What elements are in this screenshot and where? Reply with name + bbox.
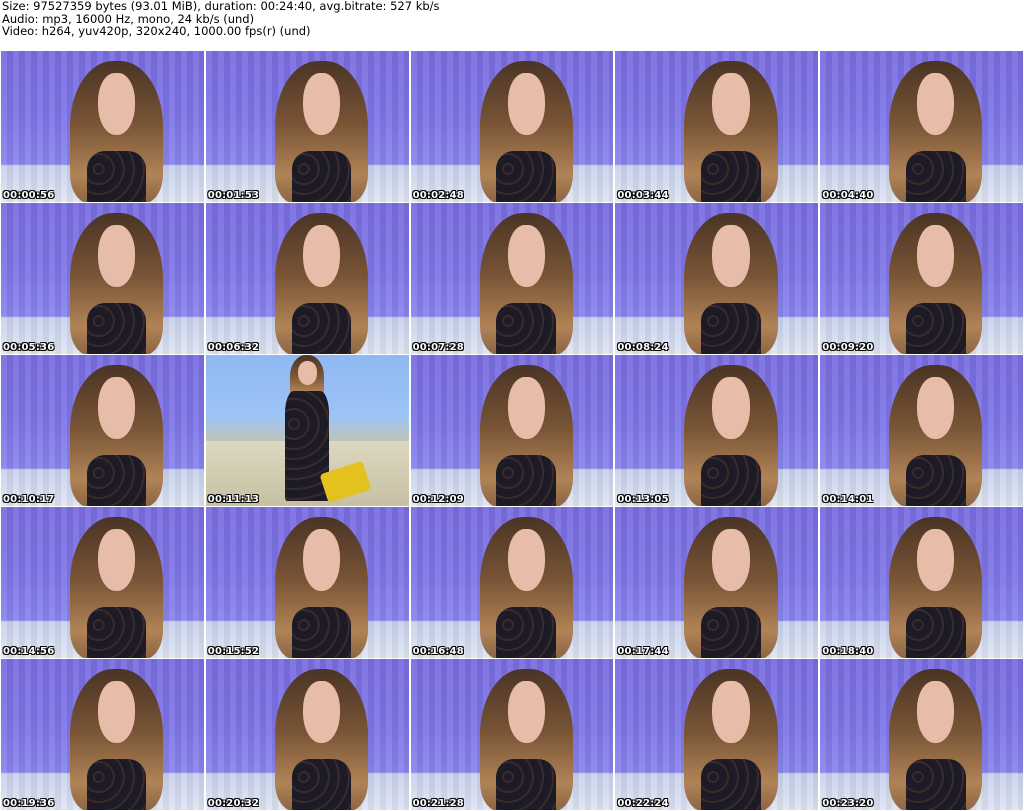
video-thumbnail: 00:03:44 [615, 51, 819, 202]
video-thumbnail: 00:07:28 [410, 203, 614, 354]
thumbnail-timestamp: 00:03:44 [617, 190, 669, 201]
thumbnail-timestamp: 00:23:20 [822, 798, 874, 809]
thumbnail-timestamp: 00:07:28 [412, 342, 464, 353]
video-thumbnail: 00:13:05 [615, 355, 819, 506]
thumbnail-timestamp: 00:01:53 [207, 190, 260, 201]
video-thumbnail: 00:01:53 [205, 51, 409, 202]
thumbnail-timestamp: 00:12:09 [412, 494, 464, 505]
video-thumbnail: 00:15:52 [205, 507, 409, 658]
thumbnail-timestamp: 00:14:01 [822, 494, 874, 505]
thumbnail-timestamp: 00:05:36 [3, 342, 55, 353]
video-thumbnail: 00:05:36 [1, 203, 204, 354]
video-thumbnail: 00:04:40 [820, 51, 1023, 202]
thumbnail-timestamp: 00:18:40 [822, 646, 874, 657]
thumbnail-timestamp: 00:00:56 [3, 190, 55, 201]
video-thumbnail: 00:19:36 [1, 659, 204, 810]
file-size-line: Size: 97527359 bytes (93.01 MiB), durati… [2, 0, 440, 13]
thumbnail-timestamp: 00:04:40 [822, 190, 874, 201]
video-thumbnail: 00:02:48 [410, 51, 614, 202]
video-thumbnail: 00:18:40 [820, 507, 1023, 658]
video-thumbnail: 00:00:56 [1, 51, 204, 202]
video-thumbnail: 00:21:28 [410, 659, 614, 810]
thumbnail-timestamp: 00:15:52 [207, 646, 260, 657]
video-thumbnail: 00:11:13 [205, 355, 409, 506]
video-thumbnail: 00:09:20 [820, 203, 1023, 354]
video-thumbnail: 00:20:32 [205, 659, 409, 810]
thumbnail-timestamp: 00:22:24 [617, 798, 669, 809]
video-thumbnail: 00:23:20 [820, 659, 1023, 810]
thumbnail-timestamp: 00:19:36 [3, 798, 55, 809]
thumbnail-timestamp: 00:17:44 [617, 646, 669, 657]
video-info-line: Video: h264, yuv420p, 320x240, 1000.00 f… [2, 24, 311, 38]
thumbnail-timestamp: 00:14:56 [3, 646, 55, 657]
video-thumbnail: 00:06:32 [205, 203, 409, 354]
thumbnail-timestamp: 00:13:05 [617, 494, 669, 505]
video-thumbnail: 00:14:01 [820, 355, 1023, 506]
media-info-header: Size: 97527359 bytes (93.01 MiB), durati… [2, 0, 1022, 50]
thumbnail-timestamp: 00:10:17 [3, 494, 55, 505]
video-thumbnail: 00:22:24 [615, 659, 819, 810]
thumbnail-timestamp: 00:06:32 [207, 342, 260, 353]
thumbnail-timestamp: 00:16:48 [412, 646, 464, 657]
video-thumbnail: 00:10:17 [1, 355, 204, 506]
video-thumbnail: 00:12:09 [410, 355, 614, 506]
video-thumbnail: 00:08:24 [615, 203, 819, 354]
thumbnail-timestamp: 00:20:32 [207, 798, 260, 809]
video-thumbnail: 00:14:56 [1, 507, 204, 658]
thumbnail-timestamp: 00:21:28 [412, 798, 464, 809]
thumbnail-timestamp: 00:02:48 [412, 190, 464, 201]
video-thumbnail: 00:16:48 [410, 507, 614, 658]
thumbnail-grid: 00:00:56 00:01:53 00:02:48 00:03:44 00:0… [0, 51, 1024, 811]
thumbnail-timestamp: 00:08:24 [617, 342, 669, 353]
video-thumbnail: 00:17:44 [615, 507, 819, 658]
thumbnail-timestamp: 00:11:13 [207, 494, 260, 505]
thumbnail-timestamp: 00:09:20 [822, 342, 874, 353]
